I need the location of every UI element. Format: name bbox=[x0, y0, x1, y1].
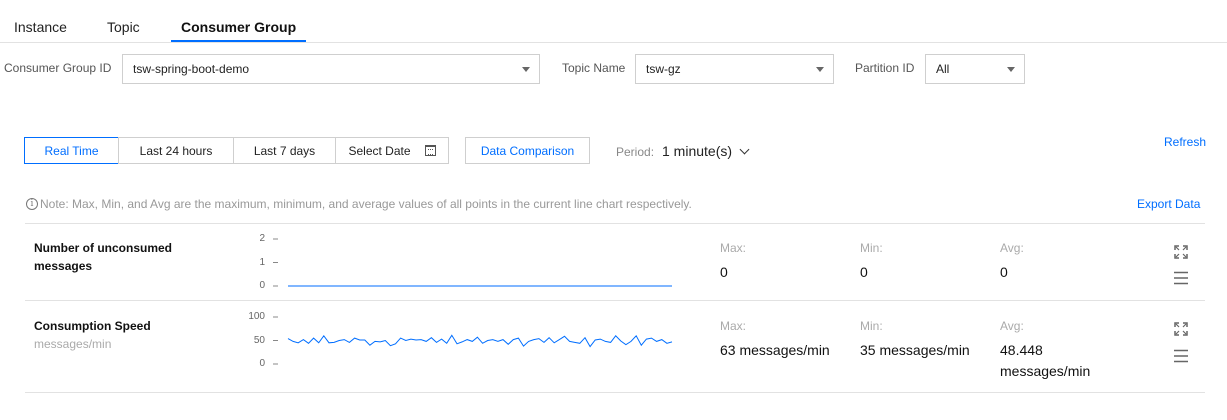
info-icon: i bbox=[26, 198, 38, 210]
y-tick-label: 0 bbox=[259, 280, 265, 291]
min-label: Min: bbox=[860, 241, 883, 255]
consumer-group-id-value: tsw-spring-boot-demo bbox=[133, 62, 250, 76]
last-7-days-button[interactable]: Last 7 days bbox=[233, 137, 336, 164]
period-select[interactable]: 1 minute(s) bbox=[662, 143, 732, 159]
y-tick-label: 100 bbox=[248, 311, 265, 322]
divider bbox=[25, 223, 1205, 224]
menu-icon[interactable] bbox=[1173, 349, 1189, 363]
avg-label: Avg: bbox=[1000, 241, 1024, 255]
avg-value: 0 bbox=[1000, 264, 1008, 280]
series-line bbox=[287, 334, 673, 348]
select-date-button[interactable]: Select Date bbox=[335, 137, 449, 164]
chart-note: i Note: Max, Min, and Avg are the maximu… bbox=[26, 197, 692, 211]
y-tick-label: 2 bbox=[259, 233, 265, 244]
max-label: Max: bbox=[720, 241, 747, 255]
topic-name-value: tsw-gz bbox=[646, 62, 681, 76]
max-value: 63 messages/min bbox=[720, 342, 830, 358]
caret-down-icon bbox=[522, 67, 530, 72]
topic-name-label: Topic Name bbox=[562, 61, 626, 75]
real-time-button[interactable]: Real Time bbox=[24, 137, 119, 164]
refresh-link[interactable]: Refresh bbox=[1164, 135, 1206, 149]
select-date-label: Select Date bbox=[348, 143, 411, 158]
consumption-speed-chart bbox=[273, 316, 673, 365]
max-value: 0 bbox=[720, 264, 728, 280]
metric-title: Number of unconsumed messages bbox=[34, 241, 173, 273]
y-tick-label: 0 bbox=[259, 358, 265, 369]
max-label: Max: bbox=[720, 319, 747, 333]
min-label: Min: bbox=[860, 319, 883, 333]
consumer-group-id-select[interactable]: tsw-spring-boot-demo bbox=[122, 54, 540, 84]
metric-title: Consumption Speed bbox=[34, 319, 151, 333]
chevron-down-icon[interactable] bbox=[739, 144, 750, 155]
data-comparison-button[interactable]: Data Comparison bbox=[465, 137, 590, 164]
divider bbox=[25, 300, 1205, 301]
partition-id-value: All bbox=[936, 62, 950, 76]
expand-icon[interactable] bbox=[1174, 245, 1188, 259]
partition-id-select[interactable]: All bbox=[925, 54, 1025, 84]
calendar-icon bbox=[424, 145, 436, 156]
unconsumed-messages-chart bbox=[273, 238, 672, 287]
caret-down-icon bbox=[816, 67, 824, 72]
y-tick-label: 1 bbox=[259, 257, 265, 268]
consumer-group-id-label: Consumer Group ID bbox=[4, 61, 112, 75]
tab-topic[interactable]: Topic bbox=[107, 19, 140, 35]
y-tick-label: 50 bbox=[253, 335, 265, 346]
divider bbox=[25, 392, 1205, 393]
menu-icon[interactable] bbox=[1173, 271, 1189, 285]
avg-value: 48.448 messages/min bbox=[1000, 342, 1091, 379]
last-24-hours-button[interactable]: Last 24 hours bbox=[118, 137, 234, 164]
partition-id-label: Partition ID bbox=[855, 61, 915, 75]
min-value: 35 messages/min bbox=[860, 342, 970, 358]
tabs-divider bbox=[0, 42, 1227, 43]
metric-unit: messages/min bbox=[34, 337, 112, 351]
caret-down-icon bbox=[1007, 67, 1015, 72]
expand-icon[interactable] bbox=[1174, 322, 1188, 336]
avg-label: Avg: bbox=[1000, 319, 1024, 333]
min-value: 0 bbox=[860, 264, 868, 280]
tab-instance[interactable]: Instance bbox=[14, 19, 67, 35]
period-label: Period: bbox=[616, 145, 655, 159]
chart-note-text: Note: Max, Min, and Avg are the maximum,… bbox=[40, 197, 692, 211]
export-data-link[interactable]: Export Data bbox=[1137, 197, 1200, 211]
tab-consumer-group[interactable]: Consumer Group bbox=[181, 19, 296, 35]
topic-name-select[interactable]: tsw-gz bbox=[635, 54, 834, 84]
